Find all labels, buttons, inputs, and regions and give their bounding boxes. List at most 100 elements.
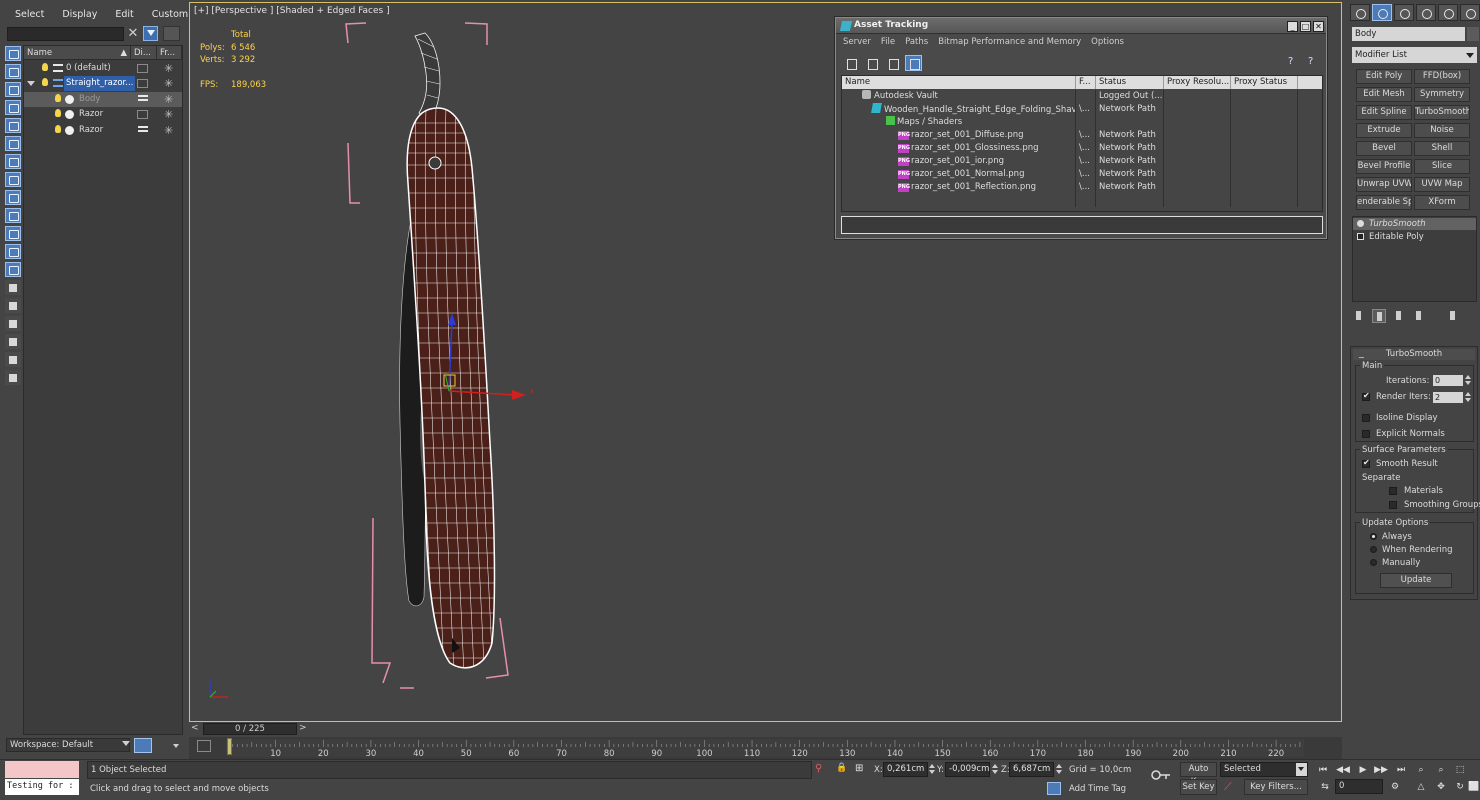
symmetry-button[interactable]: Symmetry — [1414, 87, 1470, 102]
go-to-start-icon[interactable]: ⏮ — [1316, 764, 1330, 776]
expand-arrow-icon[interactable] — [27, 81, 35, 86]
motion-tab-icon[interactable] — [1416, 4, 1436, 21]
turbosmooth-button[interactable]: TurboSmooth — [1414, 105, 1470, 120]
asset-tracking-titlebar[interactable]: Asset Tracking _ □ ✕ — [836, 18, 1326, 34]
chevron-down-icon[interactable] — [122, 741, 130, 746]
display-shapes-icon[interactable] — [5, 82, 21, 97]
column-proxy-resolution[interactable]: Proxy Resolu... — [1164, 76, 1231, 89]
display-all-icon[interactable] — [5, 280, 21, 295]
noise-button[interactable]: Noise — [1414, 123, 1470, 138]
update-button[interactable]: Update — [1380, 573, 1452, 588]
clear-search-icon[interactable]: ✕ — [126, 26, 140, 41]
renderable-spline-button[interactable]: enderable Splin — [1356, 195, 1412, 210]
help-icon[interactable]: ? — [1288, 56, 1302, 70]
light-bulb-icon[interactable] — [55, 125, 61, 133]
isoline-display-checkbox[interactable] — [1362, 414, 1370, 422]
materials-checkbox[interactable] — [1389, 487, 1397, 495]
display-containers-icon[interactable] — [5, 226, 21, 241]
chevron-down-icon[interactable] — [1466, 53, 1474, 58]
asset-path-field[interactable] — [841, 216, 1323, 234]
filter-funnel-icon[interactable] — [5, 334, 21, 349]
thumbnail-view-icon[interactable] — [884, 55, 901, 71]
selection-lock-icon[interactable]: 🔒 — [836, 763, 847, 776]
key-icon[interactable] — [1151, 769, 1171, 781]
spinner-arrows-icon[interactable] — [991, 764, 999, 775]
key-set-dropdown[interactable]: Selected — [1220, 762, 1308, 777]
menu-server[interactable]: Server — [838, 35, 876, 49]
display-hidden-icon[interactable] — [5, 262, 21, 277]
display-layers-icon[interactable] — [138, 126, 149, 132]
sync-selection-icon[interactable] — [5, 352, 21, 367]
freeze-snowflake-icon[interactable]: ✳ — [164, 61, 173, 76]
xform-button[interactable]: XForm — [1414, 195, 1470, 210]
column-full-path[interactable]: F... — [1076, 76, 1096, 89]
time-tag-icon[interactable] — [1047, 782, 1061, 795]
freeze-snowflake-icon[interactable]: ✳ — [164, 123, 173, 138]
menu-file[interactable]: File — [876, 35, 900, 49]
next-frame-button[interactable]: > — [299, 723, 309, 735]
display-tab-icon[interactable] — [1438, 4, 1458, 21]
render-iters-checkbox[interactable] — [1362, 391, 1370, 401]
iterations-spinner[interactable]: 0 — [1433, 375, 1463, 386]
utilities-tab-icon[interactable] — [1460, 4, 1480, 21]
time-slider-thumb[interactable]: 0 / 225 — [203, 723, 297, 735]
smooth-result-checkbox[interactable] — [1362, 458, 1370, 468]
menu-paths[interactable]: Paths — [900, 35, 933, 49]
explicit-normals-checkbox[interactable] — [1362, 430, 1370, 438]
manually-radio[interactable] — [1370, 559, 1377, 566]
menu-edit[interactable]: Edit — [106, 8, 142, 22]
freeze-snowflake-icon[interactable]: ✳ — [164, 107, 173, 122]
frame-ruler[interactable]: 10 20 30 40 50 60 70 80 90 100 110 120 130 140 150 160 1… — [226, 739, 1304, 757]
scene-row[interactable]: Straight_razor... ✳ — [24, 76, 182, 91]
make-unique-icon[interactable] — [1392, 309, 1406, 323]
bevel-button[interactable]: Bevel — [1356, 141, 1412, 156]
table-row[interactable]: PNGrazor_set_001_Reflection.png \... Net… — [842, 181, 1322, 194]
display-cameras-icon[interactable] — [5, 118, 21, 133]
rollout-header[interactable]: − TurboSmooth — [1353, 349, 1475, 362]
light-bulb-icon[interactable] — [55, 109, 61, 117]
maximize-viewport-icon[interactable]: ⬜ — [1467, 781, 1480, 794]
freeze-snowflake-icon[interactable]: ✳ — [164, 76, 173, 91]
light-bulb-icon[interactable] — [42, 63, 48, 71]
display-spacewarps-icon[interactable] — [5, 154, 21, 169]
table-row[interactable]: Maps / Shaders — [842, 116, 1322, 129]
zoom-icon[interactable]: ⌕ — [1414, 764, 1428, 776]
chevron-down-icon[interactable] — [173, 744, 179, 748]
display-box-icon[interactable] — [137, 110, 149, 119]
table-row[interactable]: PNGrazor_set_001_ior.png \... Network Pa… — [842, 155, 1322, 168]
scene-row[interactable]: Razor ✳ — [24, 123, 182, 138]
edit-mesh-button[interactable]: Edit Mesh — [1356, 87, 1412, 102]
light-bulb-icon[interactable] — [55, 94, 61, 102]
configure-modifier-sets-icon[interactable] — [1446, 309, 1460, 323]
table-row[interactable]: PNGrazor_set_001_Glossiness.png \... Net… — [842, 142, 1322, 155]
vault-help-icon[interactable]: ? — [1308, 56, 1322, 70]
column-display[interactable]: Di... — [131, 46, 157, 60]
play-icon[interactable]: ▶ — [1356, 764, 1370, 776]
freeze-snowflake-icon[interactable]: ✳ — [164, 92, 173, 107]
previous-frame-button[interactable]: < — [191, 723, 201, 735]
maxscript-input[interactable]: Testing for : — [5, 779, 79, 795]
menu-options[interactable]: Options — [1086, 35, 1129, 49]
extrude-button[interactable]: Extrude — [1356, 123, 1412, 138]
ffd-box-button[interactable]: FFD(box) — [1414, 69, 1470, 84]
viewport-label[interactable]: [+] [Perspective ] [Shaded + Edged Faces… — [194, 6, 390, 16]
menu-bitmap-performance[interactable]: Bitmap Performance and Memory — [933, 35, 1086, 49]
bevel-profile-button[interactable]: Bevel Profile — [1356, 159, 1412, 174]
column-name[interactable]: Name ▲ — [24, 46, 131, 60]
when-rendering-radio[interactable] — [1370, 546, 1377, 553]
remove-modifier-icon[interactable] — [1412, 309, 1426, 323]
zoom-extents-icon[interactable]: ⬚ — [1453, 764, 1467, 776]
uvw-map-button[interactable]: UVW Map — [1414, 177, 1470, 192]
object-color-swatch[interactable] — [1467, 27, 1479, 41]
scene-row[interactable]: 0 (default) ✳ — [24, 61, 182, 76]
display-frozen-icon[interactable] — [5, 244, 21, 259]
display-box-icon[interactable] — [137, 79, 149, 88]
z-coordinate-field[interactable]: 6,687cm — [1009, 762, 1054, 777]
edit-poly-button[interactable]: Edit Poly — [1356, 69, 1412, 84]
display-layers-icon[interactable] — [138, 95, 149, 101]
time-configuration-icon[interactable]: ⚙ — [1388, 781, 1402, 794]
modifier-list-dropdown[interactable]: Modifier List — [1352, 47, 1477, 63]
show-end-result-icon[interactable] — [1372, 309, 1386, 323]
display-lights-icon[interactable] — [5, 100, 21, 115]
auto-key-button[interactable]: Auto Key — [1180, 762, 1217, 787]
